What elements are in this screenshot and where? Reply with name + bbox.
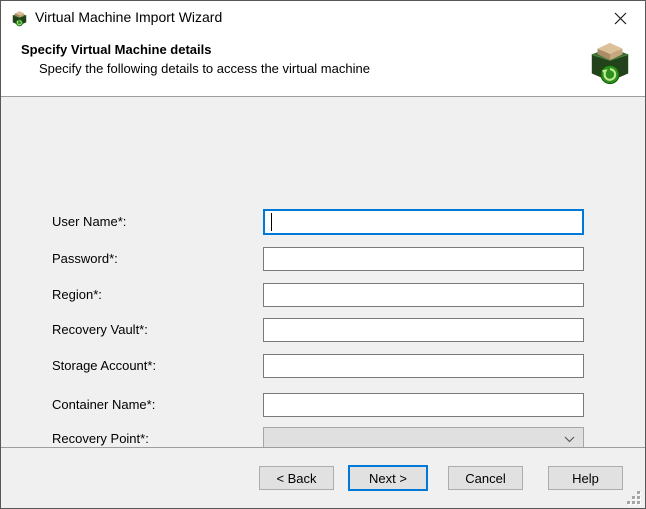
back-button[interactable]: < Back bbox=[259, 466, 334, 490]
container-name-label: Container Name*: bbox=[52, 393, 155, 417]
password-label: Password*: bbox=[52, 247, 118, 271]
form-row: Region*: bbox=[1, 283, 645, 307]
form-row: Container Name*: bbox=[1, 393, 645, 417]
password-input[interactable] bbox=[263, 247, 584, 271]
help-button[interactable]: Help bbox=[548, 466, 623, 490]
user-name-input[interactable] bbox=[263, 209, 584, 235]
wizard-header: Specify Virtual Machine details Specify … bbox=[1, 37, 645, 96]
form-row: User Name*: bbox=[1, 209, 645, 235]
container-name-input[interactable] bbox=[263, 393, 584, 417]
cancel-button[interactable]: Cancel bbox=[448, 466, 523, 490]
chevron-down-icon bbox=[564, 436, 575, 443]
close-button[interactable] bbox=[599, 3, 641, 33]
virtual-machine-import-wizard-window: Virtual Machine Import Wizard Specify Vi… bbox=[0, 0, 646, 509]
page-title: Specify Virtual Machine details bbox=[21, 42, 212, 57]
storage-account-input[interactable] bbox=[263, 354, 584, 378]
region-input[interactable] bbox=[263, 283, 584, 307]
region-label: Region*: bbox=[52, 283, 102, 307]
user-name-label: User Name*: bbox=[52, 209, 126, 235]
app-box-icon bbox=[11, 10, 28, 27]
window-title: Virtual Machine Import Wizard bbox=[35, 9, 222, 25]
recovery-vault-label: Recovery Vault*: bbox=[52, 318, 148, 342]
recovery-vault-input[interactable] bbox=[263, 318, 584, 342]
form-row: Recovery Vault*: bbox=[1, 318, 645, 342]
title-bar: Virtual Machine Import Wizard bbox=[1, 1, 645, 37]
close-icon bbox=[613, 11, 628, 26]
next-button[interactable]: Next > bbox=[348, 465, 428, 491]
storage-account-label: Storage Account*: bbox=[52, 354, 156, 378]
text-caret bbox=[271, 213, 272, 231]
wizard-box-icon bbox=[587, 39, 633, 87]
button-bar: < Back Next > Cancel Help bbox=[1, 448, 645, 509]
form-panel: User Name*: Password*: Region*: Recovery… bbox=[1, 97, 645, 447]
form-row: Password*: bbox=[1, 247, 645, 271]
form-row: Storage Account*: bbox=[1, 354, 645, 378]
page-subtitle: Specify the following details to access … bbox=[39, 61, 370, 76]
resize-grip[interactable] bbox=[626, 490, 642, 506]
